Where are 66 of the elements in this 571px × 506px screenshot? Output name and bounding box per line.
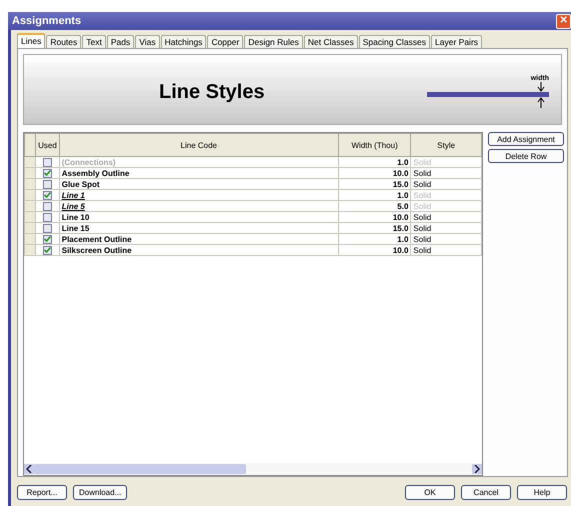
table-cell: 1.0: [338, 156, 411, 168]
dialog-button[interactable]: Report...: [17, 485, 67, 500]
table-cell: Solid: [410, 234, 482, 244]
table-cell: 10.0: [338, 244, 411, 256]
table-cell: Glue Spot: [59, 178, 338, 190]
checkbox[interactable]: [42, 180, 52, 189]
window-title: Assignments: [12, 15, 82, 27]
table-cell: Placement Outline: [59, 234, 338, 244]
dialog-button[interactable]: Help: [517, 485, 567, 500]
dialog-button[interactable]: OK: [405, 485, 455, 500]
table-cell: Line 1: [59, 190, 338, 200]
scroll-right-icon[interactable]: [472, 464, 482, 474]
tab[interactable]: Pads: [106, 35, 134, 48]
column-header[interactable]: Line Code: [59, 134, 338, 156]
column-header[interactable]: Style: [410, 134, 482, 156]
column-header[interactable]: Used: [36, 134, 60, 156]
checkbox[interactable]: [42, 202, 52, 211]
table-cell: Solid: [410, 244, 482, 256]
tab[interactable]: Hatchings: [160, 35, 206, 48]
close-button[interactable]: ✕: [556, 14, 571, 28]
table-cell: 15.0: [338, 178, 411, 190]
checkbox[interactable]: [42, 246, 52, 255]
tab[interactable]: Design Rules: [244, 35, 303, 48]
table-cell: Solid: [410, 168, 482, 178]
tab[interactable]: Routes: [46, 35, 82, 48]
tab[interactable]: Vias: [135, 35, 160, 48]
dialog-button[interactable]: Delete Row: [488, 149, 564, 163]
table-cell: (Connections): [59, 156, 338, 168]
checkbox[interactable]: [42, 234, 52, 244]
table-cell: Solid: [410, 222, 482, 234]
table-cell: 10.0: [338, 168, 411, 178]
table-cell: Silkscreen Outline: [59, 244, 338, 256]
horizontal-scrollbar[interactable]: [24, 463, 482, 475]
table-cell: Assembly Outline: [59, 168, 338, 178]
table-cell: Solid: [410, 200, 482, 212]
tab[interactable]: Spacing Classes: [358, 35, 430, 48]
checkbox[interactable]: [42, 212, 52, 222]
row-header[interactable]: [24, 156, 36, 168]
tab[interactable]: Copper: [207, 35, 244, 48]
tab[interactable]: Net Classes: [304, 35, 358, 48]
column-header[interactable]: Width (Thou): [338, 134, 411, 156]
banner-title: Line Styles: [159, 81, 265, 104]
scroll-left-icon[interactable]: [24, 464, 34, 474]
dialog-button[interactable]: Download...: [73, 485, 128, 500]
dialog-button[interactable]: Cancel: [461, 485, 511, 500]
table-cell: Solid: [410, 156, 482, 168]
table-cell: 10.0: [338, 212, 411, 222]
tab[interactable]: Text: [82, 35, 106, 48]
table-cell: Line 5: [59, 200, 338, 212]
scroll-thumb[interactable]: [34, 464, 246, 474]
checkbox[interactable]: [42, 168, 52, 178]
table-cell: Line 15: [59, 222, 338, 234]
checkbox[interactable]: [42, 224, 52, 233]
dialog-button[interactable]: Add Assignment: [488, 132, 564, 146]
checkbox[interactable]: [42, 190, 52, 200]
table-cell: Solid: [410, 190, 482, 200]
tab[interactable]: Lines: [17, 33, 46, 48]
table-cell: 1.0: [338, 234, 411, 244]
table-cell: Solid: [410, 178, 482, 190]
table-cell: Line 10: [59, 212, 338, 222]
checkbox[interactable]: [42, 158, 52, 167]
table-cell: 5.0: [338, 200, 411, 212]
table-cell: 15.0: [338, 222, 411, 234]
table-cell: 1.0: [338, 190, 411, 200]
table-cell: Solid: [410, 212, 482, 222]
tab[interactable]: Layer Pairs: [431, 35, 482, 48]
